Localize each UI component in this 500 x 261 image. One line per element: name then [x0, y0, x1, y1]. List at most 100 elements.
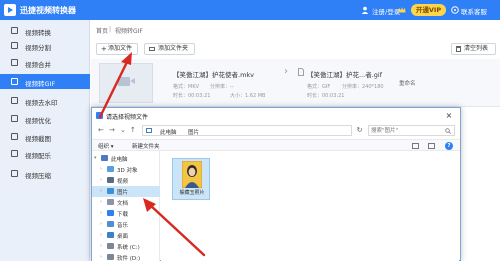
3d-objects-icon — [107, 166, 114, 172]
nav-tree-item[interactable]: › 3D 对象 — [92, 164, 160, 175]
rename-button[interactable]: 重命名 — [399, 79, 416, 87]
tree-expander-icon[interactable]: › — [100, 221, 102, 227]
dialog-file-area: 躲藏玉照片 — [161, 151, 459, 261]
image-file-thumbnail — [182, 161, 202, 188]
dialog-titlebar[interactable]: 请选择视频文件 × — [92, 108, 460, 123]
sidebar-item-label: 视频配乐 — [25, 152, 51, 160]
folder-icon — [149, 47, 155, 51]
dialog-title: 请选择视频文件 — [106, 114, 149, 121]
app-titlebar: 迅捷视频转换器 注册/登录 开通VIP 联系客服 — [0, 0, 500, 20]
preview-pane-icon[interactable] — [428, 143, 435, 149]
sidebar-item-label: 视频优化 — [25, 117, 51, 125]
app-logo-icon — [4, 4, 16, 16]
plus-icon: + — [101, 45, 107, 53]
sidebar-item[interactable]: 视频转换 — [0, 23, 90, 38]
merge-icon — [11, 59, 18, 66]
tree-expander-icon[interactable]: › — [100, 177, 102, 183]
music-folder-icon — [107, 221, 114, 227]
sidebar-item[interactable]: 视频合并 — [0, 55, 90, 70]
dialog-close-button[interactable]: × — [443, 110, 455, 121]
add-file-label: 添加文件 — [108, 45, 133, 52]
customer-service-link[interactable]: 联系客服 — [461, 6, 487, 16]
organize-button[interactable]: 组织 ▾ — [98, 142, 114, 150]
nav-tree-item[interactable]: › 图片 — [92, 186, 160, 197]
sidebar-item-label: 视频分割 — [25, 44, 51, 52]
nav-tree-label: 3D 对象 — [117, 168, 138, 174]
address-crumb-this-pc[interactable]: 此电脑 — [160, 128, 177, 136]
nav-tree-label: 视频 — [117, 179, 129, 185]
sidebar-item-label: 视频压缩 — [25, 172, 51, 180]
breadcrumb-home[interactable]: 首页 — [96, 26, 108, 35]
nav-tree-item[interactable]: ▾ 此电脑 — [92, 153, 160, 164]
sidebar-item[interactable]: 视频压缩 — [0, 166, 90, 181]
target-resolution: 分辨率：240*180 — [342, 84, 384, 90]
recent-dropdown-icon[interactable]: ⌄ — [120, 126, 126, 134]
pc-icon — [101, 155, 108, 161]
forward-arrow-icon[interactable]: → — [109, 126, 115, 134]
documents-folder-icon — [107, 199, 114, 205]
gif-file-icon — [298, 68, 304, 76]
up-arrow-icon[interactable]: ↑ — [130, 126, 136, 134]
drive-c-icon — [107, 243, 114, 249]
add-file-button[interactable]: + 添加文件 — [96, 43, 138, 55]
address-crumb-pictures[interactable]: 图片 — [188, 128, 199, 136]
app-title: 迅捷视频转换器 — [20, 6, 76, 15]
open-file-dialog: 请选择视频文件 × ← → ⌄ ↑ 此电脑 图片 ↻ 组织 ▾ 新建文件夹 ? … — [91, 107, 461, 261]
nav-tree-item[interactable]: › 系统 (C:) — [92, 241, 160, 252]
trash-icon — [456, 46, 461, 52]
compress-icon — [11, 170, 18, 177]
dialog-toolbar: 组织 ▾ 新建文件夹 ? — [92, 139, 460, 151]
clear-list-label: 清空列表 — [464, 45, 489, 52]
help-icon[interactable]: ? — [445, 142, 453, 150]
vip-button[interactable]: 开通VIP — [411, 4, 446, 16]
optimize-icon — [11, 115, 18, 122]
tree-expander-icon[interactable]: › — [100, 199, 102, 205]
customer-service-icon[interactable] — [451, 6, 459, 14]
user-icon[interactable] — [361, 6, 369, 14]
search-input[interactable] — [371, 126, 443, 135]
nav-tree-item[interactable]: › 软件 (D:) — [92, 252, 160, 261]
pictures-folder-icon — [107, 188, 114, 194]
nav-tree-item[interactable]: › 下载 — [92, 208, 160, 219]
source-resolution: 分辨率：-- — [210, 84, 234, 90]
tree-expander-icon[interactable]: › — [100, 243, 102, 249]
tree-expander-icon[interactable]: › — [100, 188, 102, 194]
tree-expander-icon[interactable]: › — [100, 210, 102, 216]
source-duration: 时长：00:03:21 — [173, 93, 211, 99]
vip-crown-icon — [398, 7, 406, 13]
nav-tree-item[interactable]: › 视频 — [92, 175, 160, 186]
tree-expander-icon[interactable]: › — [100, 166, 102, 172]
pc-icon — [146, 128, 152, 133]
nav-tree-label: 下载 — [117, 212, 129, 218]
sidebar-item[interactable]: 视频配乐 — [0, 146, 90, 161]
back-arrow-icon[interactable]: ← — [98, 126, 104, 134]
nav-tree-item[interactable]: › 文档 — [92, 197, 160, 208]
tree-expander-icon[interactable]: ▾ — [94, 155, 97, 161]
address-bar[interactable]: 此电脑 图片 — [142, 125, 352, 136]
clear-list-button[interactable]: 清空列表 — [451, 43, 496, 55]
music-icon — [11, 150, 18, 157]
screenshot-icon — [11, 133, 18, 140]
search-field[interactable] — [368, 125, 455, 136]
sidebar-item-label: 视频转换 — [25, 29, 51, 37]
desktop-folder-icon — [107, 232, 114, 238]
sidebar-item[interactable]: 视频截图 — [0, 129, 90, 144]
nav-tree-item[interactable]: › 桌面 — [92, 230, 160, 241]
sidebar-item[interactable]: 视频去水印 — [0, 93, 90, 108]
sidebar-item[interactable]: 视频分割 — [0, 38, 90, 53]
view-options-icon[interactable] — [412, 143, 419, 149]
convert-icon — [11, 27, 18, 34]
drive-d-icon — [107, 254, 114, 260]
tree-expander-icon[interactable]: › — [100, 232, 102, 238]
sidebar-item[interactable]: 视频转GIF — [0, 74, 90, 89]
downloads-folder-icon — [107, 210, 114, 216]
login-link[interactable]: 注册/登录 — [372, 6, 400, 16]
tree-expander-icon[interactable]: › — [100, 254, 102, 260]
add-folder-button[interactable]: 添加文件夹 — [144, 43, 195, 55]
new-folder-button[interactable]: 新建文件夹 — [132, 142, 160, 150]
video-camera-icon — [118, 77, 135, 86]
file-tile[interactable]: 躲藏玉照片 — [172, 158, 210, 200]
refresh-icon[interactable]: ↻ — [354, 125, 365, 136]
sidebar-item[interactable]: 视频优化 — [0, 111, 90, 126]
nav-tree-item[interactable]: › 音乐 — [92, 219, 160, 230]
